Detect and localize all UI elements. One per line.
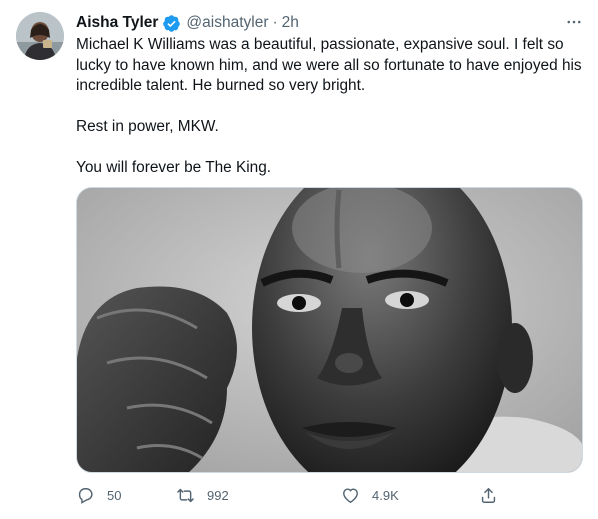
reply-count: 50 xyxy=(107,487,122,503)
author-handle[interactable]: @aishatyler xyxy=(186,14,268,32)
separator: · xyxy=(272,14,278,31)
reply-button[interactable]: 50 xyxy=(76,483,121,507)
avatar[interactable] xyxy=(16,12,64,60)
like-count: 4.9K xyxy=(372,487,399,503)
tweet-photo[interactable] xyxy=(76,187,583,473)
share-button[interactable] xyxy=(479,483,510,507)
author-name[interactable]: Aisha Tyler xyxy=(76,14,158,32)
share-icon xyxy=(481,487,496,503)
like-button[interactable]: 4.9K xyxy=(341,483,399,507)
retweet-button[interactable]: 992 xyxy=(176,483,229,507)
tweet-header: Aisha Tyler @aishatyler · 2h xyxy=(76,12,299,34)
tweet[interactable]: Aisha Tyler @aishatyler · 2h Michael K W… xyxy=(0,0,598,519)
tweet-paragraph: Rest in power, MKW. xyxy=(76,118,219,135)
timestamp[interactable]: 2h xyxy=(282,14,299,32)
retweet-icon xyxy=(177,488,194,502)
tweet-paragraph: Michael K Williams was a beautiful, pass… xyxy=(76,36,582,94)
tweet-actions: 50 992 4.9K xyxy=(76,483,516,507)
tweet-text: Michael K Williams was a beautiful, pass… xyxy=(76,35,586,179)
more-dots-icon[interactable] xyxy=(564,12,584,32)
verified-badge-icon xyxy=(162,14,181,33)
reply-icon xyxy=(78,487,93,504)
tweet-paragraph: You will forever be The King. xyxy=(76,159,272,176)
heart-icon xyxy=(343,487,358,503)
retweet-count: 992 xyxy=(207,487,229,503)
